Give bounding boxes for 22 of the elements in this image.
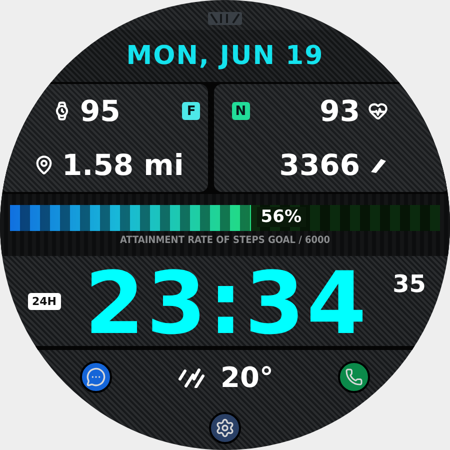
percent-text: 56% (256, 206, 306, 226)
badge: N (232, 102, 250, 120)
goal-caption: ATTAINMENT RATE OF STEPS GOAL / 6000 (120, 234, 330, 246)
heart-pulse-icon (368, 101, 388, 121)
messages-button[interactable] (80, 361, 112, 393)
settings-icon (215, 418, 235, 438)
chat-bubble-icon (86, 367, 106, 387)
rain-icon (176, 366, 207, 388)
badge: F (182, 102, 200, 120)
seconds-text: 35 (392, 270, 426, 298)
battery-value: 95 (80, 94, 120, 128)
phone-button[interactable] (338, 361, 370, 393)
steps-value: 3366 (279, 148, 360, 182)
format-badge: 24H (28, 292, 61, 310)
distance-value: 1.58 mi (62, 148, 184, 182)
time-text: 23:34 (84, 261, 368, 347)
indicator-icon (208, 12, 242, 25)
phone-icon (345, 368, 363, 386)
heart-rate-value: 93 (320, 94, 360, 128)
map-pin-icon (34, 155, 54, 175)
settings-button[interactable] (209, 412, 241, 444)
temperature-text: 20° (220, 360, 274, 394)
